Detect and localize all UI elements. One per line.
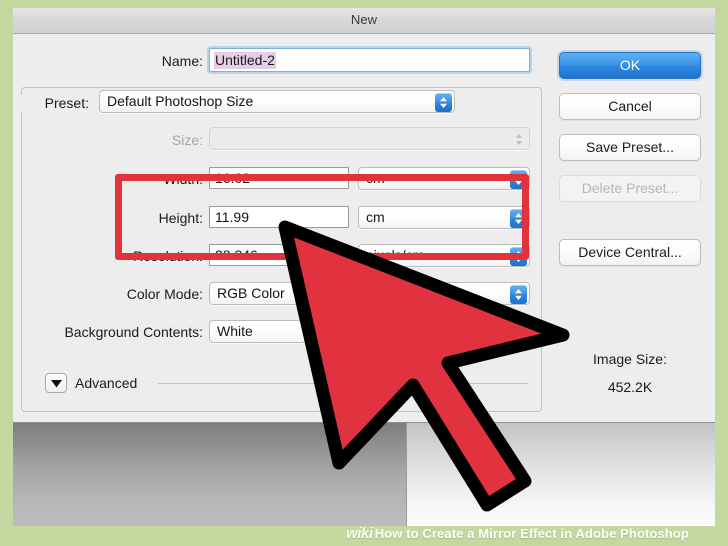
resolution-label: Resolution: bbox=[132, 248, 203, 264]
width-input[interactable]: 16.02 bbox=[209, 167, 349, 189]
up-down-chevron-icon-disabled bbox=[513, 131, 525, 148]
new-document-dialog: New Name: Untitled-2 Preset: Default Pho… bbox=[13, 8, 715, 423]
wikihow-screenshot-frame: New Name: Untitled-2 Preset: Default Pho… bbox=[0, 0, 728, 546]
dialog-titlebar[interactable]: New bbox=[13, 8, 715, 34]
dialog-body: Name: Untitled-2 Preset: Default Photosh… bbox=[13, 35, 715, 422]
width-label: Width: bbox=[163, 171, 203, 187]
disclosure-triangle-down-icon[interactable] bbox=[45, 373, 67, 393]
background-contents-dropdown[interactable]: White bbox=[209, 320, 530, 343]
height-unit-value: cm bbox=[366, 209, 385, 225]
name-input[interactable]: Untitled-2 bbox=[209, 48, 530, 72]
size-label: Size: bbox=[171, 132, 203, 148]
color-mode-dropdown[interactable]: RGB Color bbox=[209, 282, 349, 305]
image-size-label: Image Size: bbox=[593, 351, 667, 367]
resolution-input-value: 28.346 bbox=[215, 247, 258, 263]
up-down-chevron-icon[interactable] bbox=[510, 323, 527, 342]
image-size-value: 452.2K bbox=[607, 379, 653, 395]
wikihow-brand-text: wiki bbox=[346, 524, 373, 542]
resolution-unit-dropdown[interactable]: pixels/cm bbox=[358, 244, 530, 267]
color-mode-value: RGB Color bbox=[217, 285, 285, 301]
preset-dropdown-value: Default Photoshop Size bbox=[107, 93, 254, 109]
wikihow-watermark: wiki How to Create a Mirror Effect in Ad… bbox=[346, 522, 689, 544]
height-input[interactable]: 11.99 bbox=[209, 206, 349, 228]
color-mode-label: Color Mode: bbox=[126, 286, 203, 302]
cancel-button[interactable]: Cancel bbox=[559, 93, 701, 120]
resolution-input[interactable]: 28.346 bbox=[209, 244, 349, 266]
wikihow-article-title: How to Create a Mirror Effect in Adobe P… bbox=[374, 525, 689, 541]
dialog-title: New bbox=[350, 12, 378, 27]
desktop-edge-divider bbox=[406, 423, 407, 526]
up-down-chevron-icon[interactable] bbox=[435, 93, 452, 112]
background-contents-value: White bbox=[217, 323, 253, 339]
width-input-value: 16.02 bbox=[215, 170, 251, 186]
delete-preset-button: Delete Preset... bbox=[559, 175, 701, 202]
height-unit-dropdown[interactable]: cm bbox=[358, 206, 530, 229]
preset-dropdown[interactable]: Default Photoshop Size bbox=[99, 90, 455, 113]
up-down-chevron-icon[interactable] bbox=[510, 285, 527, 304]
width-unit-value: cm bbox=[366, 170, 385, 186]
desktop-background-left bbox=[13, 423, 406, 526]
save-preset-button[interactable]: Save Preset... bbox=[559, 134, 701, 161]
name-input-value: Untitled-2 bbox=[214, 52, 276, 69]
color-depth-dropdown[interactable]: 8 bit bbox=[358, 282, 530, 305]
height-label: Height: bbox=[158, 210, 203, 226]
screen-canvas: New Name: Untitled-2 Preset: Default Pho… bbox=[13, 8, 715, 526]
desktop-background-right bbox=[406, 423, 715, 526]
ok-button[interactable]: OK bbox=[559, 52, 701, 79]
advanced-divider bbox=[158, 383, 528, 384]
size-dropdown bbox=[209, 127, 530, 150]
resolution-unit-value: pixels/cm bbox=[366, 247, 425, 263]
up-down-chevron-icon[interactable] bbox=[510, 170, 527, 189]
device-central-button[interactable]: Device Central... bbox=[559, 239, 701, 266]
preset-label: Preset: bbox=[13, 95, 93, 111]
up-down-chevron-icon[interactable] bbox=[510, 247, 527, 266]
name-label: Name: bbox=[161, 53, 203, 69]
up-down-chevron-icon[interactable] bbox=[510, 209, 527, 228]
width-unit-dropdown[interactable]: cm bbox=[358, 167, 530, 190]
color-depth-value: 8 bit bbox=[366, 285, 393, 301]
advanced-label[interactable]: Advanced bbox=[75, 375, 137, 391]
height-input-value: 11.99 bbox=[215, 209, 249, 225]
background-contents-label: Background Contents: bbox=[64, 324, 203, 340]
